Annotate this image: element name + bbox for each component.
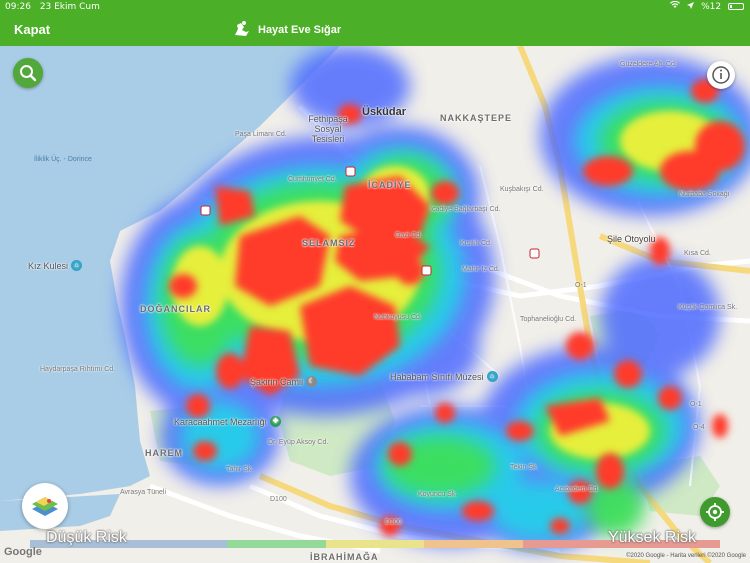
cemetery-icon: ✚ [270,416,282,427]
legend-low-label: Düşük Risk [46,529,127,546]
label-selamsiz: SELAMSIZ [302,238,356,248]
map-canvas [0,46,750,563]
legend-segment [424,540,523,548]
road-tekin: Tekin Sk. [510,464,539,471]
poi-fethipasa[interactable]: Fethipaşa Sosyal Tesisleri [298,114,358,144]
legend-segment [522,540,622,548]
road-mahir: Mahir İz Cd. [462,266,500,273]
app-header: Kapat Hayat Eve Sığar [0,14,750,46]
poi-sakirin-label: Şakirin Camii [250,376,304,387]
label-uskudar: Üsküdar [362,106,407,118]
status-time: 09:26 [5,2,31,12]
label-icadiye: İCADİYE [368,180,412,190]
road-nuhkuyusu: Nuhkuyusu Cd. [374,314,422,321]
road-kisikli: Kısıklı Cd. [460,240,492,247]
road-tahir: Tahir Sk. [226,466,254,473]
search-icon [20,65,37,82]
search-button[interactable] [13,58,43,88]
road-sile: Şile Otoyolu [607,234,656,244]
road-icadiye-cd: İcadiye Bağlarbaşı Cd. [430,206,501,213]
road-pasa-limani: Paşa Limanı Cd. [235,131,287,138]
label-doguncular: DOĞANCILAR [140,304,211,314]
landmark-icon: ⌂ [71,260,83,271]
app-title-text: Hayat Eve Sığar [258,24,342,36]
close-button[interactable]: Kapat [14,22,50,37]
road-kisa: Kısa Cd. [684,250,711,257]
info-icon [712,66,730,84]
legend-segment [128,540,228,548]
road-koyuncu: Koyuncu Sk. [418,491,458,498]
road-nurbaba: Nurbaba Sokağı [679,191,730,198]
app-title: Hayat Eve Sığar [232,19,341,41]
poi-fethipasa-label: Fethipaşa Sosyal Tesisleri [308,114,348,144]
poi-karacaahmet-label: Karacaahmet Mezarlığı [174,416,268,427]
poi-karacaahmet[interactable]: Karacaahmet Mezarlığı ✚ [174,416,282,427]
road-d100-a: D100 [270,496,287,503]
battery-percent: %12 [701,2,722,12]
poi-sakirin[interactable]: Şakirin Camii ☾ [250,376,318,387]
poi-kiz-kulesi-label: Kız Kulesi [28,260,69,271]
risk-heatmap[interactable]: Üsküdar NAKKAŞTEPE İCADİYE SELAMSIZ DOĞA… [0,46,750,563]
poi-hababam-label: Hababam Sınıfı Müzesi [390,371,484,382]
wifi-icon [670,0,683,12]
road-kusbakisi: Kuşbakışı Cd. [500,186,544,193]
mosque-icon: ☾ [306,376,318,387]
label-harem: HAREM [145,448,183,458]
status-date: 23 Ekim Cum [39,2,100,12]
road-gazi: Gazi Cd. [395,232,423,239]
legend-segment [325,540,425,548]
poi-kiz-kulesi[interactable]: Kız Kulesi ⌂ [28,260,83,271]
info-button[interactable] [707,61,735,89]
battery-icon [728,3,744,10]
label-ibrahimaga: İBRAHİMAĞA [310,552,379,562]
road-dr-eyup: Dr. Eyüp Aksoy Cd. [268,439,329,446]
poi-hababam[interactable]: Hababam Sınıfı Müzesi ⌂ [390,371,498,382]
my-location-icon [706,503,724,521]
my-location-button[interactable] [700,497,730,527]
status-bar: 09:26 23 Ekim Cum %12 [0,0,750,14]
water-label-iliclik: İliklik Üç. - Dorince [34,156,92,163]
road-cumhuriyet: Cumhuriyet Cd. [288,176,337,183]
map-layers-icon [32,497,58,516]
road-acibadem: Acıbadem Cd. [555,486,600,493]
legend-segment [227,540,326,548]
google-logo: Google [4,546,42,558]
road-haydarpasa: Haydarpaşa Rıhtımı Cd. [40,366,116,373]
hes-logo-icon [232,19,252,42]
risk-legend: Düşük Risk Yüksek Risk [30,529,721,552]
road-o1-b: O-1 [690,401,702,408]
map-attribution[interactable]: ©2020 Google - Harita verileri ©2020 Goo… [626,553,746,559]
museum-icon: ⌂ [486,371,498,382]
road-tophanelioglu: Tophanelioğlu Cd. [520,316,577,323]
road-kucuk-camlica: Küçük Çamlıca Sk. [678,304,738,311]
label-nakkastepe: NAKKAŞTEPE [440,113,513,123]
road-d100-b: D100 [385,519,402,526]
location-arrow-icon [687,2,697,12]
road-o4: O-4 [693,424,705,431]
road-o1-a: O-1 [575,282,587,289]
road-avrasya: Avrasya Tüneli [120,489,167,496]
map-layers-button[interactable] [22,483,68,529]
legend-high-label: Yüksek Risk [607,529,696,546]
road-guzeldere: Güzeldere Alt. Cd. [620,61,677,68]
